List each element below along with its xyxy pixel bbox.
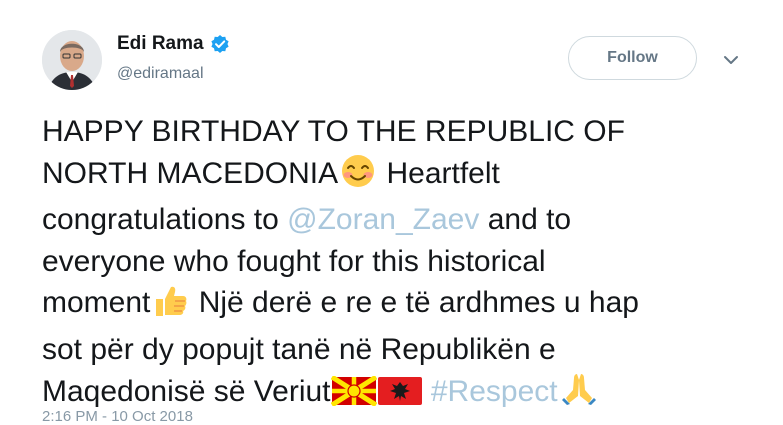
chevron-down-icon[interactable] bbox=[723, 53, 739, 65]
thumbs-up-emoji bbox=[150, 283, 190, 329]
tweet-line-3: congratulations to @Zoran_Zaev and to bbox=[42, 199, 762, 241]
avatar[interactable] bbox=[42, 30, 102, 90]
tweet-line-5: moment Një derë e re e të ardhmes u hap bbox=[42, 282, 762, 329]
folded-hands-emoji bbox=[558, 370, 600, 418]
tweet-text-segment: Një derë e re e të ardhmes u hap bbox=[190, 286, 639, 319]
tweet-text-segment: and to bbox=[479, 203, 572, 236]
tweet-text-segment: Heartfelt bbox=[378, 156, 500, 190]
tweet-line-1: HAPPY BIRTHDAY TO THE REPUBLIC OF bbox=[42, 111, 762, 153]
tweet-text-segment: Maqedonisë së Veriut bbox=[42, 375, 331, 408]
smiling-face-emoji bbox=[338, 154, 378, 200]
tweet-text-segment: everyone who fought for this historical bbox=[42, 244, 546, 278]
tweet-line-2: NORTH MACEDONIA Heartfelt bbox=[42, 153, 762, 200]
tweet-text: HAPPY BIRTHDAY TO THE REPUBLIC OF NORTH … bbox=[42, 111, 762, 418]
tweet-line-4: everyone who fought for this historical bbox=[42, 241, 762, 283]
tweet-text-segment: sot për dy popujt tanë në Republikën e bbox=[42, 332, 556, 366]
hashtag-link[interactable]: #Respect bbox=[431, 375, 558, 408]
north-macedonia-flag-emoji bbox=[330, 374, 377, 418]
author-name[interactable]: Edi Rama bbox=[117, 33, 204, 55]
tweet-text-segment: moment bbox=[42, 286, 151, 319]
tweet-text-segment: HAPPY BIRTHDAY TO THE REPUBLIC OF bbox=[42, 115, 625, 148]
follow-button[interactable]: Follow bbox=[568, 36, 697, 80]
verified-badge-icon bbox=[210, 34, 230, 54]
tweet-line-6: sot për dy popujt tanë në Republikën e bbox=[42, 329, 762, 371]
albania-flag-emoji bbox=[377, 376, 423, 418]
tweet-timestamp[interactable]: 2:16 PM - 10 Oct 2018 bbox=[42, 408, 193, 425]
tweet-text-segment: congratulations to bbox=[42, 203, 288, 236]
author-handle[interactable]: @ediramaal bbox=[117, 65, 204, 83]
mention-link[interactable]: @Zoran_Zaev bbox=[287, 203, 479, 236]
tweet-text-segment: NORTH MACEDONIA bbox=[42, 156, 339, 190]
